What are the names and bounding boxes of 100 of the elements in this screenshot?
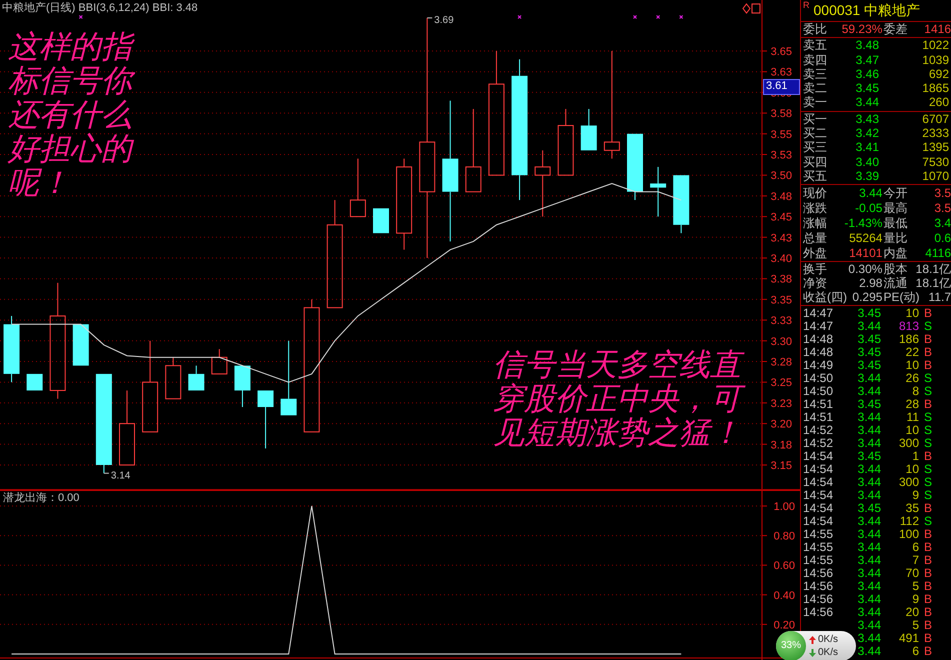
trade-time: 14:48: [803, 332, 834, 346]
trade-volume: 6: [911, 644, 919, 658]
field-label: 涨幅: [803, 216, 827, 230]
cpu-gauge: 33%: [776, 631, 806, 660]
trade-volume: 28: [904, 396, 919, 411]
trade-side: S: [924, 474, 934, 489]
trade-time: 14:54: [803, 462, 834, 476]
field-value: 4116: [924, 246, 951, 260]
axis-label: 3.48: [770, 190, 792, 203]
order-price: 3.42: [854, 126, 879, 140]
trade-price: 3.44: [856, 384, 881, 398]
axis-label: 3.23: [770, 398, 792, 410]
axis-label: 3.53: [770, 150, 792, 162]
trade-side: B: [924, 344, 934, 359]
field-value: 3.44: [858, 186, 882, 200]
stock-name: 中粮地产: [864, 2, 920, 18]
trade-price: 3.44: [856, 644, 881, 658]
trade-time: 14:55: [803, 552, 834, 567]
download-speed: 0K/s: [818, 646, 838, 659]
trade-time: 14:54: [803, 474, 834, 489]
order-volume: 2333: [921, 126, 949, 140]
field-value: 0.6: [933, 230, 951, 245]
field-value: 3.4: [933, 216, 951, 230]
trade-side: S: [924, 370, 934, 385]
trade-time: 14:55: [803, 526, 834, 541]
axis-label: 3.58: [770, 108, 792, 120]
trade-price: 3.44: [856, 592, 881, 606]
trade-time: 14:54: [803, 500, 834, 515]
order-level-label: 买二: [803, 126, 828, 140]
indicator-value: BBI: 3.48: [152, 2, 198, 14]
trade-side: B: [924, 604, 934, 619]
order-volume: 260: [928, 95, 949, 110]
trade-volume: 100: [898, 526, 919, 541]
field-label: 委比: [803, 22, 827, 36]
order-price: 3.44: [854, 95, 879, 110]
field-label: 股本: [883, 262, 908, 276]
trade-side: B: [924, 592, 934, 606]
field-value: 11.7: [928, 290, 951, 304]
order-level-label: 买三: [803, 140, 828, 155]
trade-side: B: [924, 500, 934, 515]
leader-line: [103, 472, 110, 474]
stock-code: 000031: [814, 2, 860, 18]
trade-price: 3.44: [856, 578, 881, 593]
trade-price: 3.44: [856, 604, 881, 619]
trade-price: 3.44: [856, 474, 881, 489]
order-price: 3.46: [854, 66, 879, 82]
field-label: 今开: [883, 186, 908, 200]
axis-label: 3.65: [770, 46, 792, 58]
axis-label: 3.45: [770, 212, 792, 224]
order-volume: 692: [928, 66, 949, 82]
trade-price: 3.44: [856, 618, 881, 632]
trade-side: B: [924, 358, 934, 372]
diamond-icon: [742, 3, 751, 14]
trade-time: 14:48: [803, 344, 834, 359]
field-value: 0.295: [851, 290, 882, 304]
trade-side: B: [924, 566, 934, 580]
field-label: 委差: [883, 22, 908, 36]
trade-time: 14:54: [803, 488, 834, 502]
trade-volume: 10: [904, 422, 919, 437]
trade-price: 3.45: [856, 344, 881, 359]
axis-label: 0.60: [774, 560, 795, 572]
field-label: 总量: [803, 230, 827, 245]
leader-line: [426, 17, 433, 18]
field-label: 收益(四): [803, 290, 847, 304]
trade-volume: 70: [904, 566, 919, 580]
indicator-name: BBI(3,6,12,24): [78, 2, 150, 14]
order-level-label: 买五: [803, 168, 828, 184]
trade-volume: 491: [898, 630, 919, 645]
axis-label: 0.20: [774, 619, 795, 632]
order-price: 3.39: [854, 168, 879, 184]
field-value: 55264: [848, 230, 882, 245]
axis-label: 3.28: [770, 356, 792, 368]
order-price: 3.45: [854, 81, 879, 96]
trade-time: 14:56: [803, 566, 834, 580]
field-value: 3.5: [933, 186, 951, 200]
trade-time: 14:51: [803, 396, 834, 411]
axis-label: 3.38: [770, 274, 792, 286]
order-price: 3.40: [854, 154, 879, 170]
trade-price: 3.44: [856, 514, 881, 528]
trade-price: 3.44: [856, 436, 881, 450]
field-label: 流通: [883, 276, 908, 290]
price-label: 3.14: [110, 470, 130, 482]
order-level-label: 卖二: [803, 81, 828, 96]
order-volume: 1395: [921, 140, 949, 155]
field-label: 涨跌: [803, 200, 827, 215]
trade-time: 14:51: [803, 410, 834, 424]
field-value: 1416: [923, 22, 951, 36]
trade-side: S: [924, 514, 934, 528]
trade-price: 3.45: [856, 358, 881, 372]
axis-label: 0.80: [774, 530, 795, 543]
annotation-text: 这样的指标信号你还有什么好担心的呢！: [8, 30, 136, 200]
trade-time: 14:54: [803, 448, 834, 463]
trade-time: 14:50: [803, 384, 834, 398]
axis-label: 3.20: [770, 418, 792, 431]
trade-side: S: [924, 422, 934, 437]
order-level-label: 买四: [803, 154, 828, 170]
axis-label: 3.25: [770, 377, 792, 390]
trade-side: S: [924, 462, 934, 476]
trade-price: 3.45: [856, 396, 881, 411]
order-price: 3.47: [854, 52, 879, 67]
